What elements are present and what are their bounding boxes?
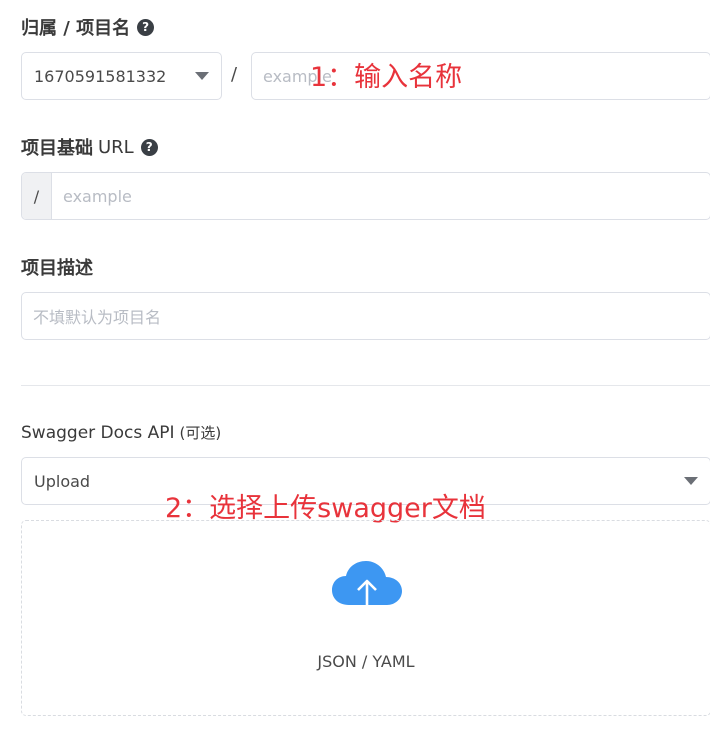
owner-project-label: 归属 / 项目名 ? [21,14,155,40]
owner-project-separator: / [231,64,238,85]
base-url-label: 项目基础 URL ? [21,134,158,160]
caret-down-icon [195,72,209,80]
swagger-label-text: Swagger Docs API [21,423,175,443]
question-circle-icon[interactable]: ? [137,18,155,36]
caret-down-icon [684,477,698,485]
base-url-label-main: 项目基础 [21,138,93,159]
base-url-placeholder: example [63,186,132,206]
owner-select[interactable]: 1670591581332 [21,52,222,100]
swagger-optional-text: (可选) [179,424,222,442]
owner-project-label-text: 归属 / 项目名 [21,18,131,39]
annotation-step-1: 1：输入名称 [310,62,463,93]
swagger-label: Swagger Docs API (可选) [21,422,221,443]
description-placeholder: 不填默认为项目名 [33,308,162,327]
section-divider [21,385,710,386]
base-url-input[interactable]: example [52,173,132,219]
base-url-prefix: / [22,173,52,219]
owner-select-value: 1670591581332 [34,66,167,86]
description-label: 项目描述 [21,258,93,279]
cloud-upload-icon [332,561,402,617]
base-url-input-group[interactable]: / example [21,172,710,220]
description-input[interactable]: 不填默认为项目名 [21,292,710,340]
upload-caption: JSON / YAML [317,652,415,671]
swagger-select-value: Upload [34,471,91,491]
base-url-label-suffix: URL [98,136,134,158]
swagger-upload-area[interactable]: JSON / YAML [21,520,710,716]
question-circle-icon[interactable]: ? [140,138,158,156]
